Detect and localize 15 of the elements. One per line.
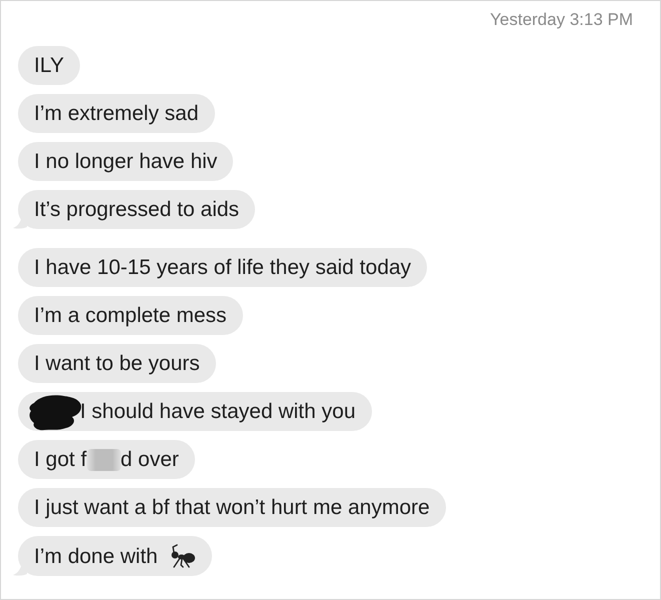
- redaction-scribble-icon: [28, 392, 82, 430]
- message-bubble: ILY: [18, 46, 80, 85]
- message-bubble: I no longer have hiv: [18, 142, 234, 181]
- message-text: d over: [120, 448, 179, 471]
- message-bubble: I want to be yours: [18, 344, 216, 383]
- message-bubble: I’m extremely sad: [18, 94, 215, 133]
- message-bubble: I have 10-15 years of life they said today: [18, 248, 428, 287]
- message-bubble: I’m a complete mess: [18, 296, 243, 335]
- timestamp: Yesterday 3:13 PM: [490, 10, 633, 30]
- message-text: I’m done with: [34, 544, 159, 568]
- message-bubble: I just want a bf that won’t hurt me anymore: [18, 488, 446, 527]
- message-text: I got f: [34, 448, 87, 471]
- redaction-blur-icon: [86, 448, 121, 470]
- message-bubble: It’s progressed to aids: [18, 190, 256, 229]
- message-text: I should have stayed with you: [80, 400, 356, 423]
